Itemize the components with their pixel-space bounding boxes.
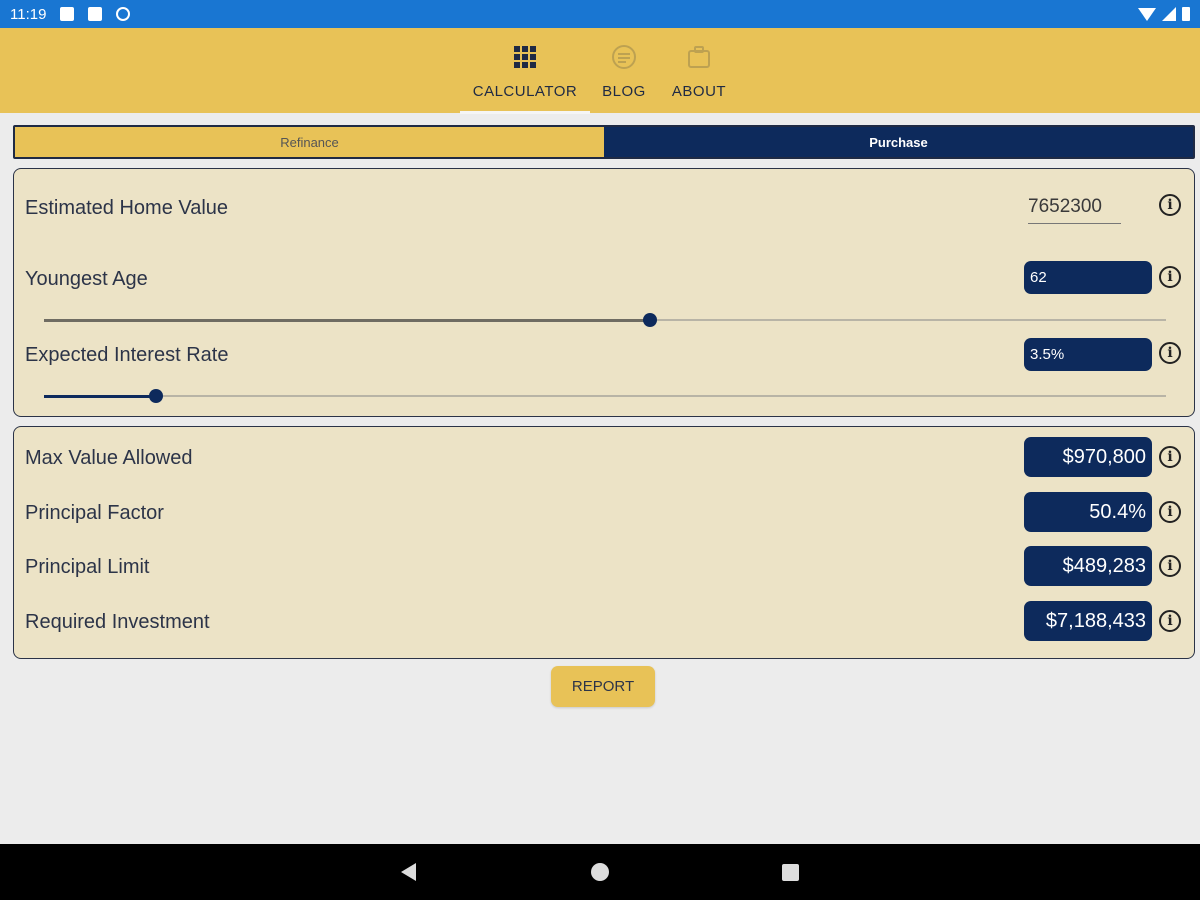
grid-icon (513, 45, 537, 69)
required-investment-info-icon[interactable]: i (1159, 610, 1181, 632)
tab-about[interactable]: ABOUT (668, 28, 730, 113)
signal-icon (1162, 7, 1176, 21)
slider-fill (44, 319, 650, 322)
active-tab-indicator (460, 111, 590, 114)
top-tab-bar: CALCULATOR BLOG ABOUT (0, 28, 1200, 114)
recent-apps-icon[interactable] (782, 864, 799, 881)
tab-calculator-label: CALCULATOR (472, 83, 578, 100)
slider-thumb[interactable] (149, 389, 164, 403)
slider-track (44, 395, 1166, 397)
home-icon[interactable] (591, 863, 609, 881)
required-investment-field: $7,188,433 (1024, 601, 1152, 641)
interest-rate-field[interactable]: 3.5% (1024, 338, 1152, 371)
slider-thumb[interactable] (642, 313, 657, 327)
sd-card-icon (88, 7, 103, 21)
report-button[interactable]: REPORT (551, 666, 655, 707)
purchase-toggle[interactable]: Purchase (604, 127, 1193, 157)
interest-rate-slider[interactable] (44, 386, 1166, 406)
battery-icon (1182, 7, 1190, 21)
principal-factor-info-icon[interactable]: i (1159, 501, 1181, 523)
briefcase-icon (687, 45, 711, 69)
principal-factor-label: Principal Factor (25, 502, 164, 524)
principal-limit-info-icon[interactable]: i (1159, 555, 1181, 577)
interest-rate-label: Expected Interest Rate (25, 344, 229, 366)
tab-blog[interactable]: BLOG (598, 28, 650, 113)
max-value-field: $970,800 (1024, 437, 1152, 477)
loan-type-switch: Refinance Purchase (13, 125, 1195, 159)
news-icon (612, 45, 636, 69)
status-bar: 11:19 (0, 0, 1200, 28)
youngest-age-label: Youngest Age (25, 268, 148, 290)
principal-limit-field: $489,283 (1024, 546, 1152, 586)
refinance-toggle[interactable]: Refinance (15, 127, 604, 157)
status-time: 11:19 (10, 5, 47, 23)
sync-icon (116, 7, 131, 21)
tab-calculator[interactable]: CALCULATOR (470, 28, 580, 113)
required-investment-label: Required Investment (25, 611, 210, 633)
wifi-icon (1138, 7, 1156, 21)
inputs-card: Estimated Home Value 7652300 i Youngest … (13, 168, 1195, 417)
max-value-label: Max Value Allowed (25, 447, 193, 469)
youngest-age-info-icon[interactable]: i (1159, 266, 1181, 288)
principal-factor-field: 50.4% (1024, 492, 1152, 532)
max-value-info-icon[interactable]: i (1159, 446, 1181, 468)
home-value-input[interactable]: 7652300 (1028, 196, 1121, 224)
notification-icon (60, 7, 75, 21)
interest-rate-info-icon[interactable]: i (1159, 342, 1181, 364)
principal-limit-label: Principal Limit (25, 556, 150, 578)
tab-blog-label: BLOG (602, 83, 646, 100)
slider-fill (44, 395, 157, 398)
system-nav-bar (0, 844, 1200, 900)
back-icon[interactable] (401, 863, 416, 881)
youngest-age-field[interactable]: 62 (1024, 261, 1152, 294)
tab-about-label: ABOUT (671, 83, 727, 100)
home-value-info-icon[interactable]: i (1159, 194, 1181, 216)
home-value-label: Estimated Home Value (25, 197, 229, 219)
results-card: Max Value Allowed $970,800 i Principal F… (13, 426, 1195, 659)
youngest-age-slider[interactable] (44, 310, 1166, 330)
